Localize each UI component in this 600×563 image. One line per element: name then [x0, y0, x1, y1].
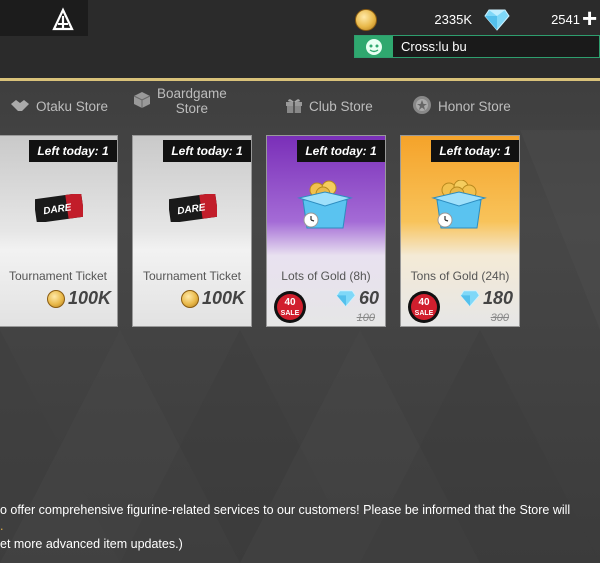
left-today-badge: Left today: 1 [163, 140, 251, 162]
store-info-line-2: . [0, 519, 4, 533]
gem-icon [336, 290, 356, 307]
coin-icon [46, 289, 65, 308]
top-bar: 2335K 2541 + Cross:lu bu [0, 0, 600, 80]
tab-honor-store-label: Honor Store [438, 98, 511, 114]
item-name: Tons of Gold (24h) [410, 269, 510, 283]
left-today-badge: Left today: 1 [431, 140, 519, 162]
store-info-line-1: o offer comprehensive figurine-related s… [0, 503, 571, 517]
tab-otaku-store[interactable]: Otaku Store [10, 91, 108, 121]
store-item-card[interactable]: Left today: 1 DARE Tournament Ticket 100… [0, 135, 118, 327]
cube-icon [133, 91, 151, 112]
item-name: Tournament Ticket [142, 269, 242, 283]
ticket-icon: DARE [35, 194, 83, 222]
tab-boardgame-label-line2: Store [175, 101, 209, 116]
tab-boardgame-store-label: Boardgame Store [157, 86, 227, 116]
store-item-card[interactable]: Left today: 1 DARE Tournament Ticket 100… [132, 135, 252, 327]
club-emblem-icon [355, 36, 393, 57]
tab-honor-store[interactable]: Honor Store [412, 91, 511, 121]
store-info-line-3: et more advanced item updates.) [0, 537, 183, 551]
item-price-value: 180 [482, 288, 513, 308]
gem-icon [460, 290, 480, 307]
store-item-card[interactable]: Left today: 1 Lots of Gold (8h) 40 SALE … [266, 135, 386, 327]
sale-badge: 40 SALE [408, 291, 440, 323]
item-price-value: 60 [358, 288, 379, 308]
ticket-icon: DARE [169, 194, 217, 222]
coin-icon [180, 289, 199, 308]
tab-otaku-store-label: Otaku Store [36, 98, 109, 114]
header-divider [0, 78, 600, 81]
gem-amount: 2541 [551, 12, 580, 27]
svg-text:40: 40 [284, 297, 296, 308]
medal-icon [412, 95, 432, 118]
lamp-icon[interactable] [44, 2, 82, 38]
sale-badge: 40 SALE [274, 291, 306, 323]
coin-amount: 2335K [434, 12, 472, 27]
tab-boardgame-label-line1: Boardgame [157, 86, 227, 101]
svg-text:40: 40 [418, 297, 430, 308]
original-price: 300 [490, 312, 509, 324]
item-price-value: 100K [201, 288, 245, 308]
item-price: 100K [46, 288, 111, 309]
tab-club-store[interactable]: Club Store [285, 91, 373, 121]
gold-box-icon [431, 180, 487, 229]
item-name: Lots of Gold (8h) [281, 269, 371, 283]
item-price-value: 100K [67, 288, 111, 308]
item-price: 180 [460, 288, 513, 309]
item-name: Tournament Ticket [8, 269, 108, 283]
tab-boardgame-store[interactable]: Boardgame Store [133, 86, 227, 116]
handshake-icon [10, 97, 30, 116]
tab-club-store-label: Club Store [309, 98, 373, 114]
original-price: 100 [356, 312, 375, 324]
gold-box-icon [297, 180, 353, 229]
coin-icon [355, 9, 377, 31]
left-today-badge: Left today: 1 [29, 140, 117, 162]
item-price: 100K [180, 288, 245, 309]
add-currency-button[interactable]: + [582, 5, 600, 31]
club-name: Cross:lu bu [401, 39, 467, 54]
left-today-badge: Left today: 1 [297, 140, 385, 162]
gift-icon [285, 97, 303, 116]
svg-text:SALE: SALE [281, 310, 300, 317]
svg-text:SALE: SALE [415, 310, 434, 317]
store-item-card[interactable]: Left today: 1 Tons of Gold (24h) 40 SALE… [400, 135, 520, 327]
item-price: 60 [336, 288, 379, 309]
club-bar[interactable]: Cross:lu bu [354, 35, 600, 58]
gem-icon [484, 9, 510, 31]
